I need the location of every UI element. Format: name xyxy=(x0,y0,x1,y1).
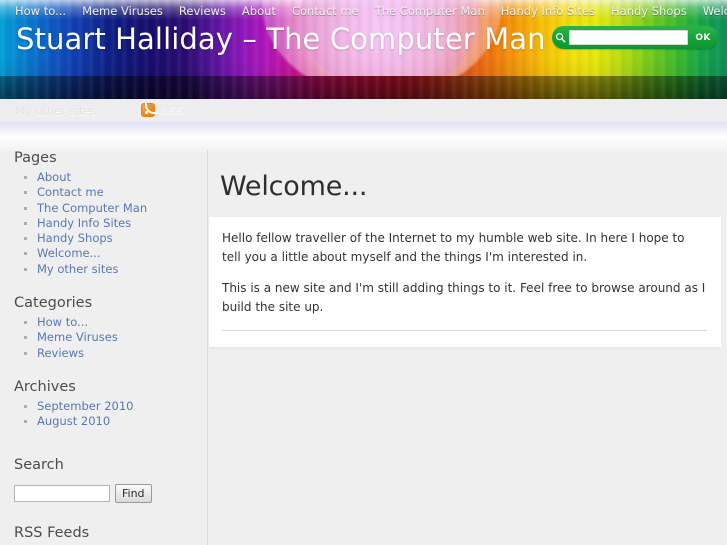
sidebar-categories-list: How to... Meme Viruses Reviews xyxy=(14,315,207,361)
header-search-submit-button[interactable]: OK xyxy=(688,33,718,43)
nav-item-handy-info-sites[interactable]: Handy Info Sites xyxy=(493,0,603,23)
sidebar-search-form: Find xyxy=(14,483,207,503)
sidebar-item-welcome[interactable]: Welcome... xyxy=(37,246,101,260)
sidebar: Pages About Contact me The Computer Man … xyxy=(0,150,207,545)
list-item: Contact me xyxy=(24,185,207,200)
sidebar-archives-list: September 2010 August 2010 xyxy=(14,399,207,430)
list-item: Meme Viruses xyxy=(24,330,207,345)
header-search-form[interactable]: OK xyxy=(552,26,718,49)
header-search-input[interactable] xyxy=(569,30,688,45)
list-item: My other sites xyxy=(24,262,207,277)
primary-nav-items: How to... Meme Viruses Reviews About Con… xyxy=(0,0,727,23)
nav-item-reviews[interactable]: Reviews xyxy=(171,0,234,23)
sidebar-item-the-computer-man[interactable]: The Computer Man xyxy=(37,201,147,215)
content-card: Hello fellow traveller of the Internet t… xyxy=(209,216,721,347)
list-item: How to... xyxy=(24,315,207,330)
sidebar-item-handy-shops[interactable]: Handy Shops xyxy=(37,231,113,245)
sidebar-archive-august-2010[interactable]: August 2010 xyxy=(37,414,110,428)
list-item: The Computer Man xyxy=(24,201,207,216)
nav-item-welcome[interactable]: Welcome... xyxy=(695,0,727,23)
primary-navigation-bar xyxy=(0,76,727,99)
search-icon xyxy=(552,26,569,49)
sidebar-search-input[interactable] xyxy=(14,484,110,502)
content-paragraph-1: Hello fellow traveller of the Internet t… xyxy=(222,231,685,264)
nav-item-meme-viruses[interactable]: Meme Viruses xyxy=(74,0,171,23)
sidebar-heading-search: Search xyxy=(14,456,64,473)
sidebar-item-about[interactable]: About xyxy=(37,170,71,184)
list-item: Reviews xyxy=(24,346,207,361)
list-item: About xyxy=(24,170,207,185)
sidebar-item-contact-me[interactable]: Contact me xyxy=(37,185,104,199)
sidebar-category-how-to[interactable]: How to... xyxy=(37,315,88,329)
sidebar-archive-september-2010[interactable]: September 2010 xyxy=(37,399,134,413)
rss-link-label: RSS xyxy=(160,103,184,117)
rss-icon xyxy=(141,102,157,117)
content-paragraph-2: This is a new site and I'm still adding … xyxy=(222,281,706,314)
sidebar-category-reviews[interactable]: Reviews xyxy=(37,346,84,360)
sidebar-heading-rss-feeds: RSS Feeds xyxy=(14,524,90,541)
header-accent-strip xyxy=(0,122,727,136)
list-item: Handy Shops xyxy=(24,231,207,246)
sidebar-heading-categories: Categories xyxy=(14,295,93,312)
list-item: Handy Info Sites xyxy=(24,216,207,231)
page-root: Stuart Halliday – The Computer Man OK Ho… xyxy=(0,0,727,545)
sidebar-pages-list: About Contact me The Computer Man Handy … xyxy=(14,170,207,277)
nav-item-how-to[interactable]: How to... xyxy=(7,0,74,23)
sidebar-item-handy-info-sites[interactable]: Handy Info Sites xyxy=(37,216,131,230)
sidebar-item-my-other-sites[interactable]: My other sites xyxy=(37,262,118,276)
sidebar-heading-pages: Pages xyxy=(14,150,57,166)
nav-item-the-computer-man[interactable]: The Computer Man xyxy=(367,0,493,23)
site-title: Stuart Halliday – The Computer Man xyxy=(16,22,546,56)
content-divider xyxy=(222,330,707,331)
secondary-navigation-bar: My other sites RSS xyxy=(0,99,727,122)
page-title: Welcome... xyxy=(220,171,368,202)
nav-item-about[interactable]: About xyxy=(234,0,284,23)
sidebar-category-meme-viruses[interactable]: Meme Viruses xyxy=(37,330,118,344)
main-content: Welcome... Hello fellow traveller of the… xyxy=(207,150,727,545)
sidebar-heading-archives: Archives xyxy=(14,378,76,395)
rss-link[interactable]: RSS xyxy=(141,102,184,117)
nav-item-my-other-sites[interactable]: My other sites xyxy=(15,104,96,118)
list-item: August 2010 xyxy=(24,414,207,429)
sidebar-search-find-button[interactable]: Find xyxy=(115,483,152,503)
list-item: Welcome... xyxy=(24,246,207,261)
nav-item-contact-me[interactable]: Contact me xyxy=(284,0,367,23)
navbar-stripe-texture xyxy=(0,76,727,99)
list-item: September 2010 xyxy=(24,399,207,414)
nav-item-handy-shops[interactable]: Handy Shops xyxy=(603,0,695,23)
